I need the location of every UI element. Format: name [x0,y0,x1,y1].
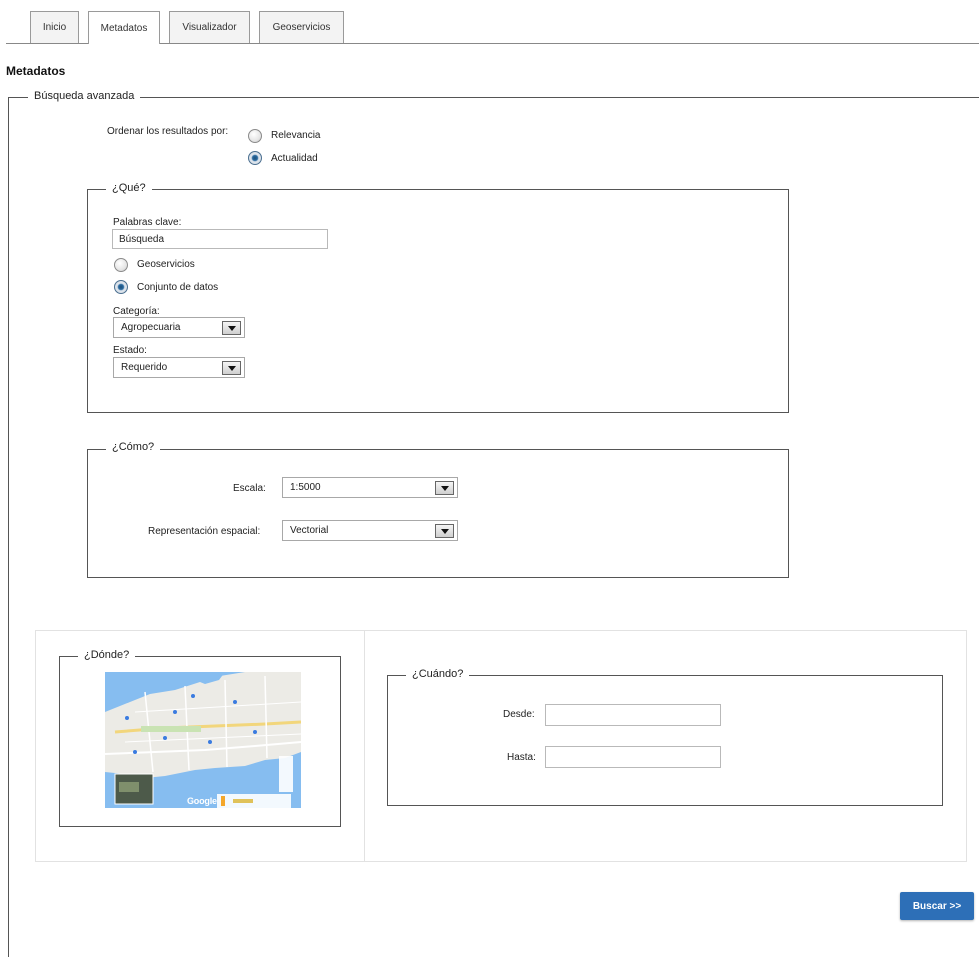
to-date-input[interactable] [545,746,721,768]
como-fieldset [87,449,789,578]
type-geoservicios-label: Geoservicios [137,259,195,270]
tab-metadatos[interactable]: Metadatos [88,11,160,44]
type-geoservicios-radio[interactable] [114,258,128,272]
from-label: Desde: [503,709,535,720]
location-map[interactable]: Google [105,672,301,808]
order-relevancia-radio[interactable] [248,129,262,143]
keywords-label: Palabras clave: [113,217,182,228]
tab-metadatos-label: Metadatos [100,22,148,34]
order-label: Ordenar los resultados por: [107,126,229,137]
chevron-down-icon [222,361,241,375]
scale-value: 1:5000 [290,482,321,493]
chevron-down-icon [435,481,454,495]
page-title: Metadatos [6,64,66,78]
repr-label: Representación espacial: [148,526,261,537]
category-label: Categoría: [113,306,160,317]
to-label: Hasta: [507,752,536,763]
state-label: Estado: [113,345,147,356]
advanced-search-legend: Búsqueda avanzada [28,90,141,102]
order-relevancia-label: Relevancia [271,130,321,141]
map-brand-label: Google [187,796,217,806]
como-legend: ¿Cómo? [106,441,161,453]
scale-select[interactable]: 1:5000 [282,477,458,498]
category-select[interactable]: Agropecuaria [113,317,245,338]
tab-inicio[interactable]: Inicio [30,11,79,43]
search-button[interactable]: Buscar >> [900,892,974,920]
keywords-input[interactable] [112,229,328,249]
search-button-label: Buscar >> [912,900,962,912]
cuando-fieldset [387,675,943,806]
chevron-down-icon [435,524,454,538]
category-value: Agropecuaria [121,322,181,333]
tab-geoservicios[interactable]: Geoservicios [259,11,344,43]
scale-label: Escala: [233,483,266,494]
cuando-legend: ¿Cuándo? [406,668,470,680]
type-conjunto-label: Conjunto de datos [137,282,219,293]
order-actualidad-label: Actualidad [271,153,318,164]
que-fieldset [87,189,789,413]
repr-value: Vectorial [290,525,329,536]
tab-visualizador-label: Visualizador [182,22,237,33]
tab-geoservicios-label: Geoservicios [272,22,331,33]
order-actualidad-radio[interactable] [248,151,262,165]
tab-visualizador[interactable]: Visualizador [169,11,250,43]
panel-divider [364,630,365,862]
from-date-input[interactable] [545,704,721,726]
donde-legend: ¿Dónde? [78,649,136,661]
que-legend: ¿Qué? [106,182,152,194]
repr-select[interactable]: Vectorial [282,520,458,541]
type-conjunto-radio[interactable] [114,280,128,294]
chevron-down-icon [222,321,241,335]
state-value: Requerido [121,362,168,373]
state-select[interactable]: Requerido [113,357,245,378]
map-graphic [105,672,301,808]
tab-inicio-label: Inicio [42,22,67,33]
